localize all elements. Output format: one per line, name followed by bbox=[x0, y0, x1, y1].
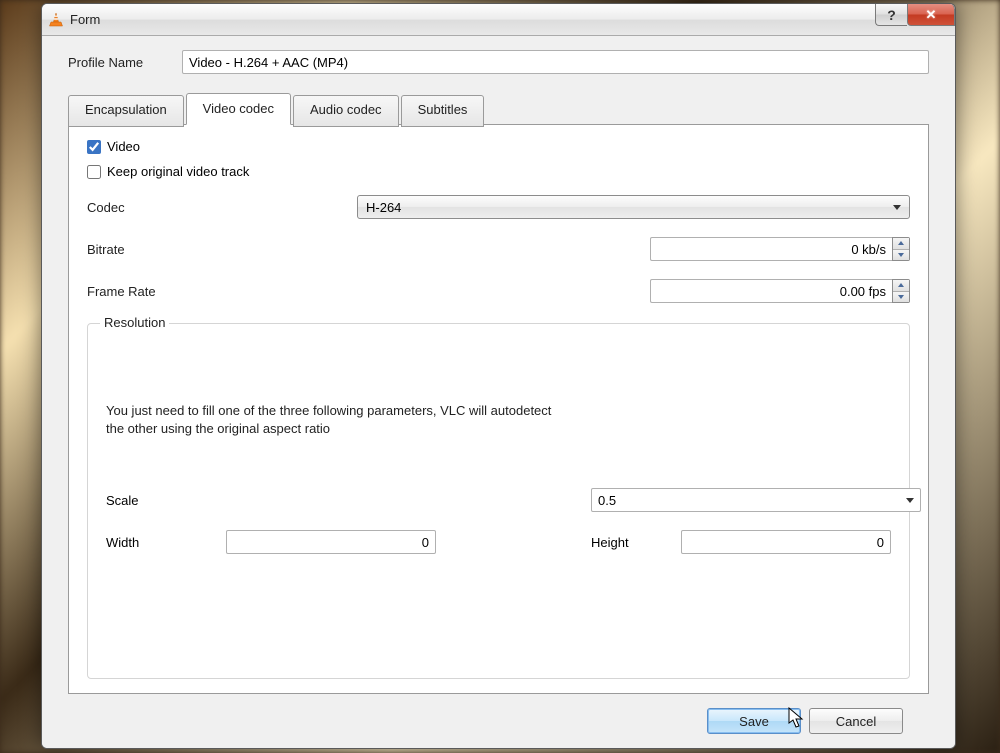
height-label: Height bbox=[591, 535, 681, 550]
close-button[interactable]: ✕ bbox=[907, 4, 955, 26]
video-checkbox[interactable] bbox=[87, 140, 101, 154]
profile-name-input[interactable] bbox=[182, 50, 929, 74]
scale-value: 0.5 bbox=[598, 493, 900, 508]
framerate-step-down[interactable] bbox=[893, 292, 909, 303]
tab-audio-codec[interactable]: Audio codec bbox=[293, 95, 399, 127]
scale-combobox[interactable]: 0.5 bbox=[591, 488, 921, 512]
framerate-label: Frame Rate bbox=[87, 284, 357, 299]
bitrate-step-down[interactable] bbox=[893, 250, 909, 261]
bitrate-input[interactable] bbox=[650, 237, 892, 261]
tab-subtitles[interactable]: Subtitles bbox=[401, 95, 485, 127]
save-button[interactable]: Save bbox=[707, 708, 801, 734]
bitrate-step-up[interactable] bbox=[893, 238, 909, 250]
framerate-input[interactable] bbox=[650, 279, 892, 303]
video-checkbox-label: Video bbox=[107, 139, 140, 154]
tab-encapsulation[interactable]: Encapsulation bbox=[68, 95, 184, 127]
cancel-button[interactable]: Cancel bbox=[809, 708, 903, 734]
resolution-help: You just need to fill one of the three f… bbox=[106, 402, 891, 438]
bitrate-spinner bbox=[892, 237, 910, 261]
resolution-title: Resolution bbox=[100, 315, 169, 330]
width-label: Width bbox=[106, 535, 226, 550]
chevron-down-icon bbox=[898, 295, 904, 299]
width-input[interactable] bbox=[226, 530, 436, 554]
help-icon: ? bbox=[887, 7, 896, 23]
titlebar[interactable]: Form ? ✕ bbox=[42, 4, 955, 36]
profile-name-label: Profile Name bbox=[68, 55, 182, 70]
bitrate-label: Bitrate bbox=[87, 242, 357, 257]
chevron-up-icon bbox=[898, 241, 904, 245]
window-title: Form bbox=[70, 12, 100, 27]
video-codec-panel: Video Keep original video track Codec H-… bbox=[68, 124, 929, 694]
chevron-up-icon bbox=[898, 283, 904, 287]
help-button[interactable]: ? bbox=[875, 4, 907, 26]
chevron-down-icon bbox=[898, 253, 904, 257]
chevron-down-icon bbox=[893, 205, 901, 210]
keep-original-label: Keep original video track bbox=[107, 164, 249, 179]
height-input[interactable] bbox=[681, 530, 891, 554]
form-dialog: Form ? ✕ Profile Name Encapsulation Vide… bbox=[41, 3, 956, 749]
resolution-group: Resolution You just need to fill one of … bbox=[87, 323, 910, 679]
close-icon: ✕ bbox=[926, 7, 937, 23]
scale-label: Scale bbox=[106, 493, 226, 508]
codec-combobox[interactable]: H-264 bbox=[357, 195, 910, 219]
tab-video-codec[interactable]: Video codec bbox=[186, 93, 291, 125]
framerate-spinner bbox=[892, 279, 910, 303]
codec-value: H-264 bbox=[366, 200, 887, 215]
framerate-step-up[interactable] bbox=[893, 280, 909, 292]
vlc-icon bbox=[48, 12, 64, 28]
codec-label: Codec bbox=[87, 200, 357, 215]
chevron-down-icon bbox=[906, 498, 914, 503]
tabs: Encapsulation Video codec Audio codec Su… bbox=[68, 92, 929, 124]
keep-original-checkbox[interactable] bbox=[87, 165, 101, 179]
